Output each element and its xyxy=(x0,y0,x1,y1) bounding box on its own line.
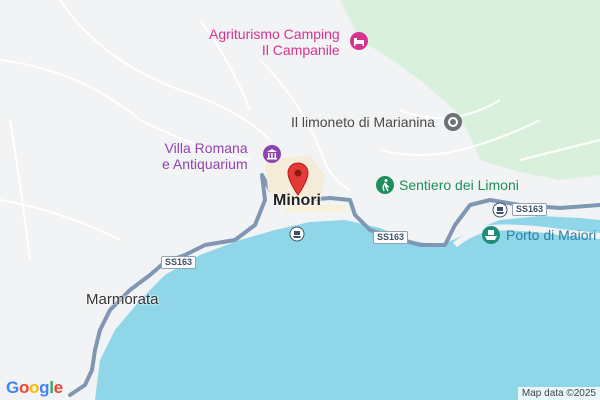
location-pin-icon[interactable] xyxy=(287,162,309,201)
road-shield-ss163-center: SS163 xyxy=(373,231,409,244)
agriturismo-label[interactable]: Agriturismo Camping Il Campanile xyxy=(209,26,340,58)
bed-icon[interactable] xyxy=(349,31,369,56)
map-attribution[interactable]: Map data ©2025 xyxy=(517,387,600,400)
porto-label[interactable]: Porto di Maiori xyxy=(506,227,596,243)
ferry-stop-icon-east[interactable] xyxy=(492,202,508,223)
google-logo-letter: e xyxy=(53,378,63,397)
marmorata-label[interactable]: Marmorata xyxy=(86,291,159,308)
google-logo-letter: o xyxy=(29,378,40,397)
agriturismo-label-line1: Agriturismo Camping xyxy=(209,26,340,42)
park-area xyxy=(340,0,600,180)
google-logo-letter: g xyxy=(39,378,50,397)
villa-label-line1: Villa Romana xyxy=(164,140,248,156)
museum-icon[interactable] xyxy=(262,144,282,169)
google-logo-letter: G xyxy=(6,378,19,397)
agriturismo-label-line2: Il Campanile xyxy=(261,42,340,58)
limoneto-label[interactable]: Il limoneto di Marianina xyxy=(291,114,435,130)
hiking-icon[interactable] xyxy=(375,175,395,200)
map-view[interactable]: Agriturismo Camping Il Campanile Villa R… xyxy=(0,0,600,400)
villa-label-line2: e Antiquarium xyxy=(162,156,248,172)
ferry-stop-icon[interactable] xyxy=(289,226,305,247)
road-shield-ss163-east: SS163 xyxy=(512,203,548,216)
place-icon[interactable] xyxy=(443,112,463,137)
sentiero-label[interactable]: Sentiero dei Limoni xyxy=(399,177,519,193)
villa-label[interactable]: Villa Romana e Antiquarium xyxy=(162,140,248,172)
google-logo-letter: o xyxy=(18,378,30,397)
google-logo[interactable]: Google xyxy=(6,378,63,398)
sea-area xyxy=(95,216,600,400)
ferry-icon[interactable] xyxy=(481,225,501,250)
road-shield-ss163-west: SS163 xyxy=(161,256,197,269)
